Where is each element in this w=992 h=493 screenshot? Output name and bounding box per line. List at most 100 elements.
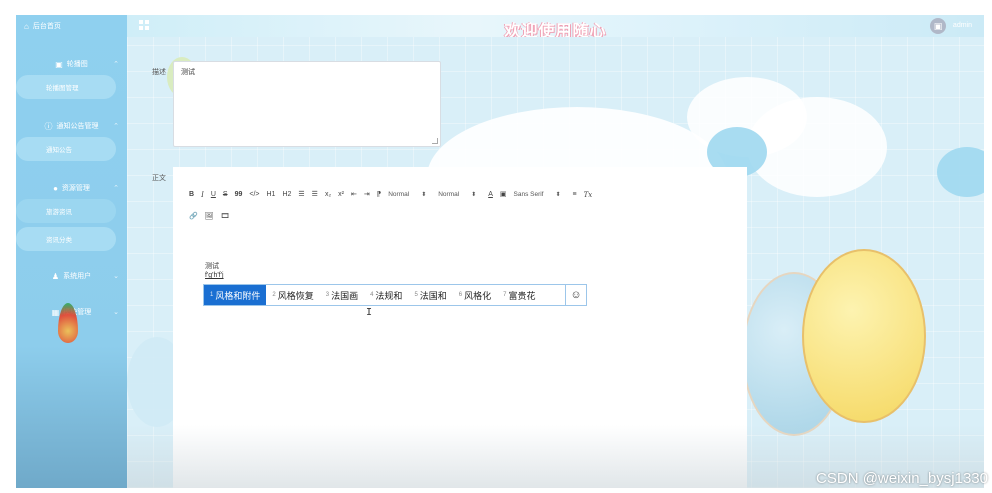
sidebar-group-label: 资源管理 xyxy=(61,185,90,192)
text-cursor-icon: I xyxy=(366,307,373,318)
candidate-text: 风格化 xyxy=(464,290,492,301)
desc-label: 描述 xyxy=(152,69,166,76)
ime-candidate[interactable]: 5 法国和 xyxy=(408,285,452,305)
header-select[interactable]: Normal ⬍ xyxy=(438,187,476,203)
video-icon[interactable]: 🎞 xyxy=(221,209,230,225)
candidate-number: 5 xyxy=(414,292,418,298)
sidebar-item-label: 轮播图管理 xyxy=(46,85,79,92)
sidebar-item-news-category[interactable]: 资讯分类 xyxy=(16,227,116,251)
link-icon[interactable]: 🔗 xyxy=(189,209,198,225)
sidebar-group-users[interactable]: ♟ 系统用户 ⌄ xyxy=(16,265,127,287)
ime-candidate[interactable]: 6 风格化 xyxy=(453,285,497,305)
candidate-number: 3 xyxy=(325,292,330,298)
font-select-value: Sans Serif xyxy=(513,191,544,198)
select-arrows-icon: ⬍ xyxy=(421,192,427,198)
header-select-value: Normal xyxy=(438,191,460,198)
clean-format-button[interactable]: Tx xyxy=(584,187,593,203)
sidebar-item-travel-news[interactable]: 旅游资讯 xyxy=(16,199,116,223)
sidebar-group-resource[interactable]: ● 资源管理 ⌃ xyxy=(16,177,127,199)
subscript-button[interactable]: x₂ xyxy=(325,187,331,203)
avatar-icon[interactable]: ▣ xyxy=(930,18,946,34)
italic-button[interactable]: I xyxy=(201,187,204,203)
bold-button[interactable]: B xyxy=(189,187,194,203)
blockquote-button[interactable]: 99 xyxy=(235,187,243,203)
ordered-list-button[interactable]: ☰ xyxy=(298,187,304,203)
h1-button[interactable]: H1 xyxy=(266,187,275,203)
strike-button[interactable]: S xyxy=(223,187,228,203)
candidate-number: 6 xyxy=(458,292,463,298)
home-icon: ⌂ xyxy=(24,21,29,31)
decorative-cloud xyxy=(747,97,887,197)
select-arrows-icon: ⬍ xyxy=(555,192,561,198)
direction-button[interactable]: ⁋ xyxy=(377,187,381,203)
code-button[interactable]: </> xyxy=(249,187,259,203)
image-icon: ▣ xyxy=(55,59,63,69)
indent-button[interactable]: ⇥ xyxy=(364,187,370,203)
font-select[interactable]: Sans Serif ⬍ xyxy=(514,187,561,203)
candidate-number: 7 xyxy=(503,292,507,298)
location-pin-icon: ● xyxy=(53,183,58,193)
user-icon: ♟ xyxy=(51,271,60,281)
resize-grip-icon[interactable] xyxy=(432,138,438,144)
body-label: 正文 xyxy=(152,175,166,182)
decorative-cloud xyxy=(937,147,984,197)
editor-toolbar: B I U S 99 </> H1 H2 ☰ ☰ x₂ x² ⇤ ⇥ ⁋ Nor… xyxy=(189,187,729,203)
ime-candidate[interactable]: 7 富贵花 xyxy=(497,285,541,305)
desc-textarea[interactable]: 测试 xyxy=(173,61,441,147)
candidate-number: 1 xyxy=(210,292,214,298)
ime-candidate-bar: 1 风格和附件 2 风格恢复 3 法国画 4 法规和 5 法国和 6 风格化 7 富贵花 ☺ xyxy=(203,284,587,306)
sidebar-home-label: 后台首页 xyxy=(32,23,61,30)
image-icon[interactable]: 🖼 xyxy=(205,209,214,225)
candidate-text: 风格和附件 xyxy=(215,290,261,301)
sidebar-home[interactable]: ⌂ 后台首页 xyxy=(16,15,127,37)
sidebar-item-label: 通知公告 xyxy=(46,147,72,154)
superscript-button[interactable]: x² xyxy=(338,187,344,203)
chevron-up-icon: ⌃ xyxy=(113,123,119,130)
sidebar-group-label: 轮播图 xyxy=(66,61,88,68)
text-color-button[interactable]: A xyxy=(488,187,493,203)
candidate-text: 法国画 xyxy=(331,290,359,301)
outdent-button[interactable]: ⇤ xyxy=(351,187,357,203)
app-frame: ⌂ 后台首页 ▣ 轮播图 ⌃ 轮播图管理 ⓘ 通知公告管理 ⌃ 通知公告 ● 资… xyxy=(16,15,984,488)
editor-content[interactable]: 测试 f'g'h'f'j xyxy=(205,262,224,280)
sidebar-group-notice[interactable]: ⓘ 通知公告管理 ⌃ xyxy=(16,115,127,137)
h2-button[interactable]: H2 xyxy=(282,187,291,203)
chevron-down-icon: ⌄ xyxy=(113,273,119,280)
bullet-list-button[interactable]: ☰ xyxy=(312,187,318,203)
ime-candidate[interactable]: 1 风格和附件 xyxy=(204,285,267,305)
candidate-text: 富贵花 xyxy=(508,290,536,301)
select-arrows-icon: ⬍ xyxy=(471,192,477,198)
watermark: CSDN @weixin_bysj1330 xyxy=(816,470,988,487)
ime-composition-text: f'g'h'f'j xyxy=(205,272,224,279)
candidate-text: 法国和 xyxy=(419,290,447,301)
align-button[interactable]: ≡ xyxy=(573,187,577,203)
sidebar-item-label: 旅游资讯 xyxy=(46,209,72,216)
ime-candidate[interactable]: 4 法规和 xyxy=(364,285,408,305)
emoji-icon[interactable]: ☺ xyxy=(565,285,586,305)
sidebar: ⌂ 后台首页 ▣ 轮播图 ⌃ 轮播图管理 ⓘ 通知公告管理 ⌃ 通知公告 ● 资… xyxy=(16,15,127,488)
desc-value: 测试 xyxy=(181,69,195,76)
candidate-text: 法规和 xyxy=(375,290,403,301)
editor-toolbar-row2: 🔗 🖼 🎞 xyxy=(189,209,237,225)
size-select-value: Normal xyxy=(388,191,410,198)
sidebar-item-notice[interactable]: 通知公告 xyxy=(16,137,116,161)
ime-candidate[interactable]: 2 风格恢复 xyxy=(266,285,319,305)
ime-candidate[interactable]: 3 法国画 xyxy=(320,285,364,305)
sidebar-group-label: 通知公告管理 xyxy=(56,123,99,130)
decorative-balloon xyxy=(802,249,926,423)
sidebar-group-label: 系统用户 xyxy=(63,273,92,280)
size-select[interactable]: Normal ⬍ xyxy=(388,187,426,203)
candidate-text: 风格恢复 xyxy=(277,290,314,301)
sidebar-item-carousel-manage[interactable]: 轮播图管理 xyxy=(16,75,116,99)
candidate-number: 2 xyxy=(272,292,276,298)
sidebar-group-carousel[interactable]: ▣ 轮播图 ⌃ xyxy=(16,53,127,75)
info-icon: ⓘ xyxy=(44,121,53,131)
background-color-button[interactable]: ▣ xyxy=(500,187,507,203)
chevron-down-icon: ⌄ xyxy=(113,309,119,316)
underline-button[interactable]: U xyxy=(211,187,216,203)
chevron-up-icon: ⌃ xyxy=(113,61,119,68)
username[interactable]: admin xyxy=(953,22,972,29)
top-header: 欢迎使用随心 ▣ admin xyxy=(127,15,984,40)
sidebar-item-label: 资讯分类 xyxy=(46,237,72,244)
editor-line: 测试 xyxy=(205,263,219,270)
